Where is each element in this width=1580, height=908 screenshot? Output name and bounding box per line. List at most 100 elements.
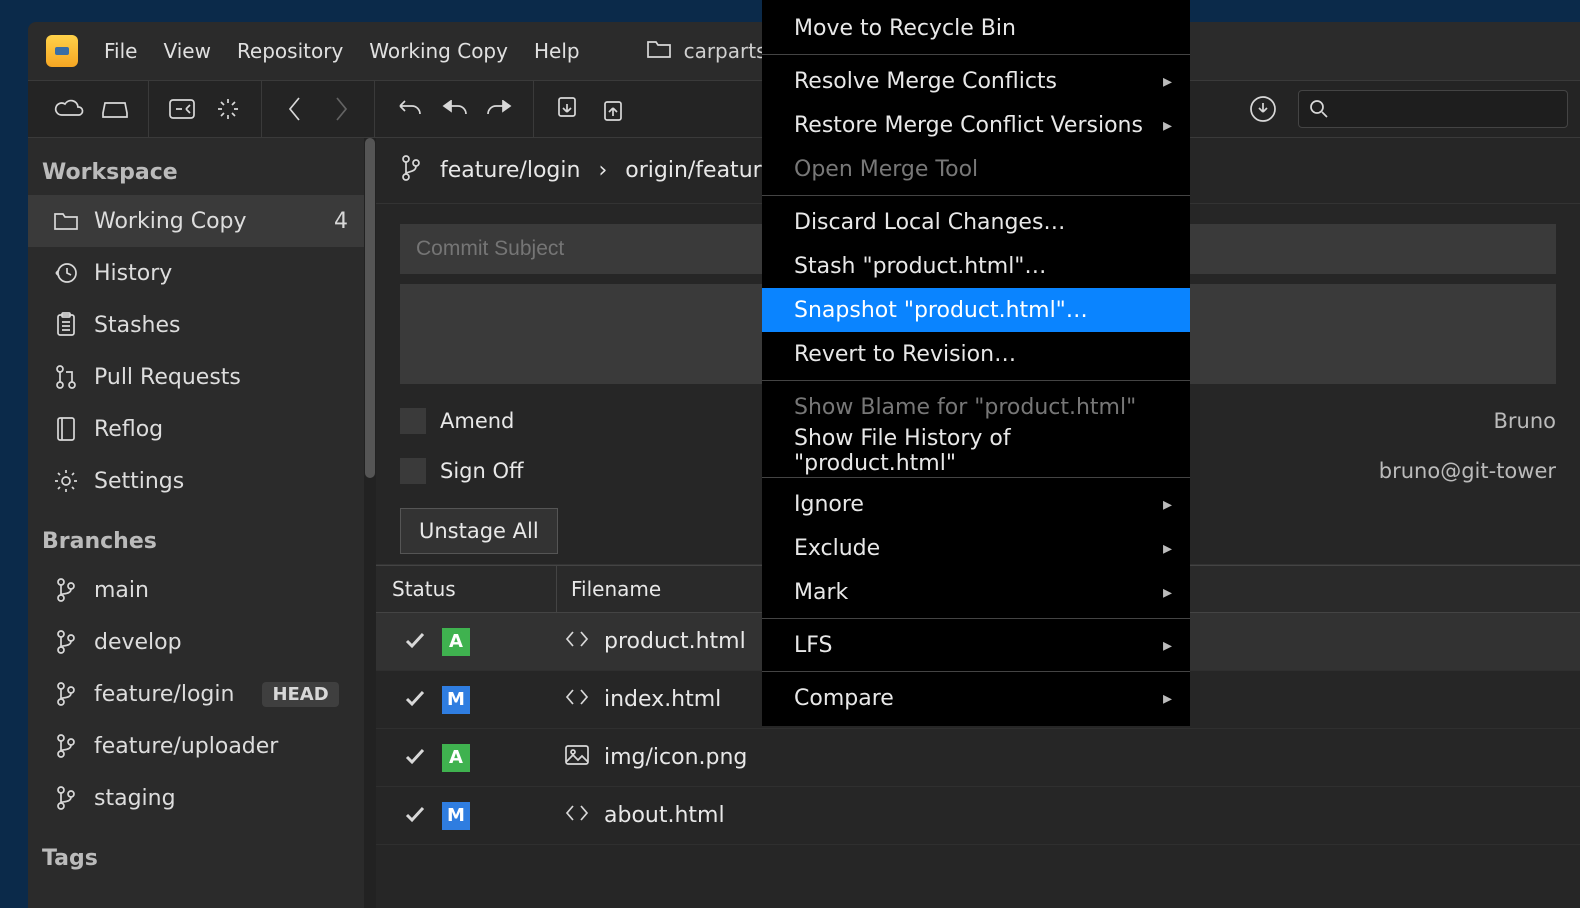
sidebar-item-label: develop: [94, 630, 182, 655]
sidebar-scrollbar[interactable]: [364, 138, 376, 908]
sidebar-item-label: feature/uploader: [94, 734, 278, 759]
file-name: index.html: [604, 687, 721, 712]
author-email: bruno@git-tower: [1379, 459, 1556, 483]
author-name: Bruno: [1493, 409, 1556, 433]
context-menu-item[interactable]: Resolve Merge Conflicts: [762, 59, 1190, 103]
breadcrumb-local[interactable]: feature/login: [440, 158, 580, 183]
menu-view[interactable]: View: [163, 39, 210, 63]
sidebar-workspace-header: Workspace: [28, 138, 376, 195]
sidebar-item-label: staging: [94, 786, 176, 811]
download-circle-icon[interactable]: [1240, 86, 1286, 132]
menu-help[interactable]: Help: [534, 39, 580, 63]
branch-icon: [52, 681, 80, 707]
head-badge: HEAD: [262, 682, 338, 707]
amend-label: Amend: [440, 409, 514, 433]
code-icon: [564, 686, 590, 714]
cloud-icon[interactable]: [46, 86, 92, 132]
context-menu-item[interactable]: Show File History of "product.html": [762, 429, 1190, 473]
context-menu-item[interactable]: Stash "product.html"…: [762, 244, 1190, 288]
sidebar-item-label: Settings: [94, 469, 184, 494]
context-menu-item[interactable]: Snapshot "product.html"…: [762, 288, 1190, 332]
context-menu-item[interactable]: Revert to Revision…: [762, 332, 1190, 376]
search-input[interactable]: [1298, 90, 1568, 128]
forward-icon[interactable]: [318, 86, 364, 132]
context-menu-item[interactable]: Move to Recycle Bin: [762, 6, 1190, 50]
repo-name: carparts-: [684, 39, 774, 63]
sidebar-item-label: Stashes: [94, 313, 180, 338]
sidebar-item-label: Working Copy: [94, 209, 247, 234]
clipboard-icon: [52, 312, 80, 338]
breadcrumb-remote[interactable]: origin/feature: [625, 158, 774, 183]
context-menu-item[interactable]: Mark: [762, 570, 1190, 614]
undo-fill-icon[interactable]: [431, 86, 477, 132]
search-icon: [1309, 99, 1329, 119]
branch-icon: [52, 733, 80, 759]
sidebar-branch-feature-uploader[interactable]: feature/uploader: [28, 720, 376, 772]
sidebar-item-history[interactable]: History: [28, 247, 376, 299]
file-name: about.html: [604, 803, 725, 828]
sidebar-item-label: main: [94, 578, 149, 603]
menu-working-copy[interactable]: Working Copy: [369, 39, 508, 63]
check-icon[interactable]: [404, 688, 428, 712]
check-icon[interactable]: [404, 804, 428, 828]
menu-file[interactable]: File: [104, 39, 137, 63]
sidebar-item-label: feature/login: [94, 682, 234, 707]
branch-icon: [52, 629, 80, 655]
sidebar-item-settings[interactable]: Settings: [28, 455, 376, 507]
local-icon[interactable]: [92, 86, 138, 132]
sidebar-item-working-copy[interactable]: Working Copy 4: [28, 195, 376, 247]
context-menu-item[interactable]: Ignore: [762, 482, 1190, 526]
sidebar-branch-feature-login[interactable]: feature/login HEAD: [28, 668, 376, 720]
branch-icon: [52, 577, 80, 603]
column-status[interactable]: Status: [376, 577, 556, 601]
sidebar-branch-develop[interactable]: develop: [28, 616, 376, 668]
context-menu-item[interactable]: Restore Merge Conflict Versions: [762, 103, 1190, 147]
file-name: product.html: [604, 629, 746, 654]
code-icon: [564, 628, 590, 656]
undo-icon[interactable]: [385, 86, 431, 132]
magic-icon[interactable]: [205, 86, 251, 132]
folder-icon: [646, 38, 672, 65]
status-badge: A: [442, 744, 470, 772]
sidebar-item-label: Pull Requests: [94, 365, 241, 390]
menu-repository[interactable]: Repository: [237, 39, 343, 63]
sidebar-branch-staging[interactable]: staging: [28, 772, 376, 824]
image-icon: [564, 744, 590, 772]
sidebar-item-label: History: [94, 261, 172, 286]
gear-icon: [52, 468, 80, 494]
sidebar-branch-main[interactable]: main: [28, 564, 376, 616]
stash-down-icon[interactable]: [544, 86, 590, 132]
quick-open-icon[interactable]: [159, 86, 205, 132]
sidebar-tags-header: Tags: [28, 824, 376, 881]
back-icon[interactable]: [272, 86, 318, 132]
context-menu-item[interactable]: Compare: [762, 676, 1190, 720]
folder-icon: [52, 211, 80, 231]
context-menu-item[interactable]: Discard Local Changes…: [762, 200, 1190, 244]
context-menu[interactable]: Move to Recycle Bin Resolve Merge Conflic…: [762, 0, 1190, 726]
unstage-all-button[interactable]: Unstage All: [400, 508, 558, 554]
context-menu-item[interactable]: Exclude: [762, 526, 1190, 570]
redo-fill-icon[interactable]: [477, 86, 523, 132]
context-menu-item: Show Blame for "product.html": [762, 385, 1190, 429]
context-menu-item: Open Merge Tool: [762, 147, 1190, 191]
context-menu-item[interactable]: LFS: [762, 623, 1190, 667]
sidebar-item-reflog[interactable]: Reflog: [28, 403, 376, 455]
clock-icon: [52, 261, 80, 285]
signoff-checkbox[interactable]: [400, 458, 426, 484]
check-icon[interactable]: [404, 630, 428, 654]
sidebar-item-pull-requests[interactable]: Pull Requests: [28, 351, 376, 403]
file-row[interactable]: M about.html: [376, 787, 1580, 845]
file-name: img/icon.png: [604, 745, 747, 770]
code-icon: [564, 802, 590, 830]
branch-icon: [52, 785, 80, 811]
status-badge: A: [442, 628, 470, 656]
file-row[interactable]: A img/icon.png: [376, 729, 1580, 787]
status-badge: M: [442, 686, 470, 714]
stash-up-icon[interactable]: [590, 86, 636, 132]
pr-icon: [52, 364, 80, 390]
check-icon[interactable]: [404, 746, 428, 770]
sidebar-branches-header: Branches: [28, 507, 376, 564]
amend-checkbox[interactable]: [400, 408, 426, 434]
sidebar-item-stashes[interactable]: Stashes: [28, 299, 376, 351]
book-icon: [52, 416, 80, 442]
